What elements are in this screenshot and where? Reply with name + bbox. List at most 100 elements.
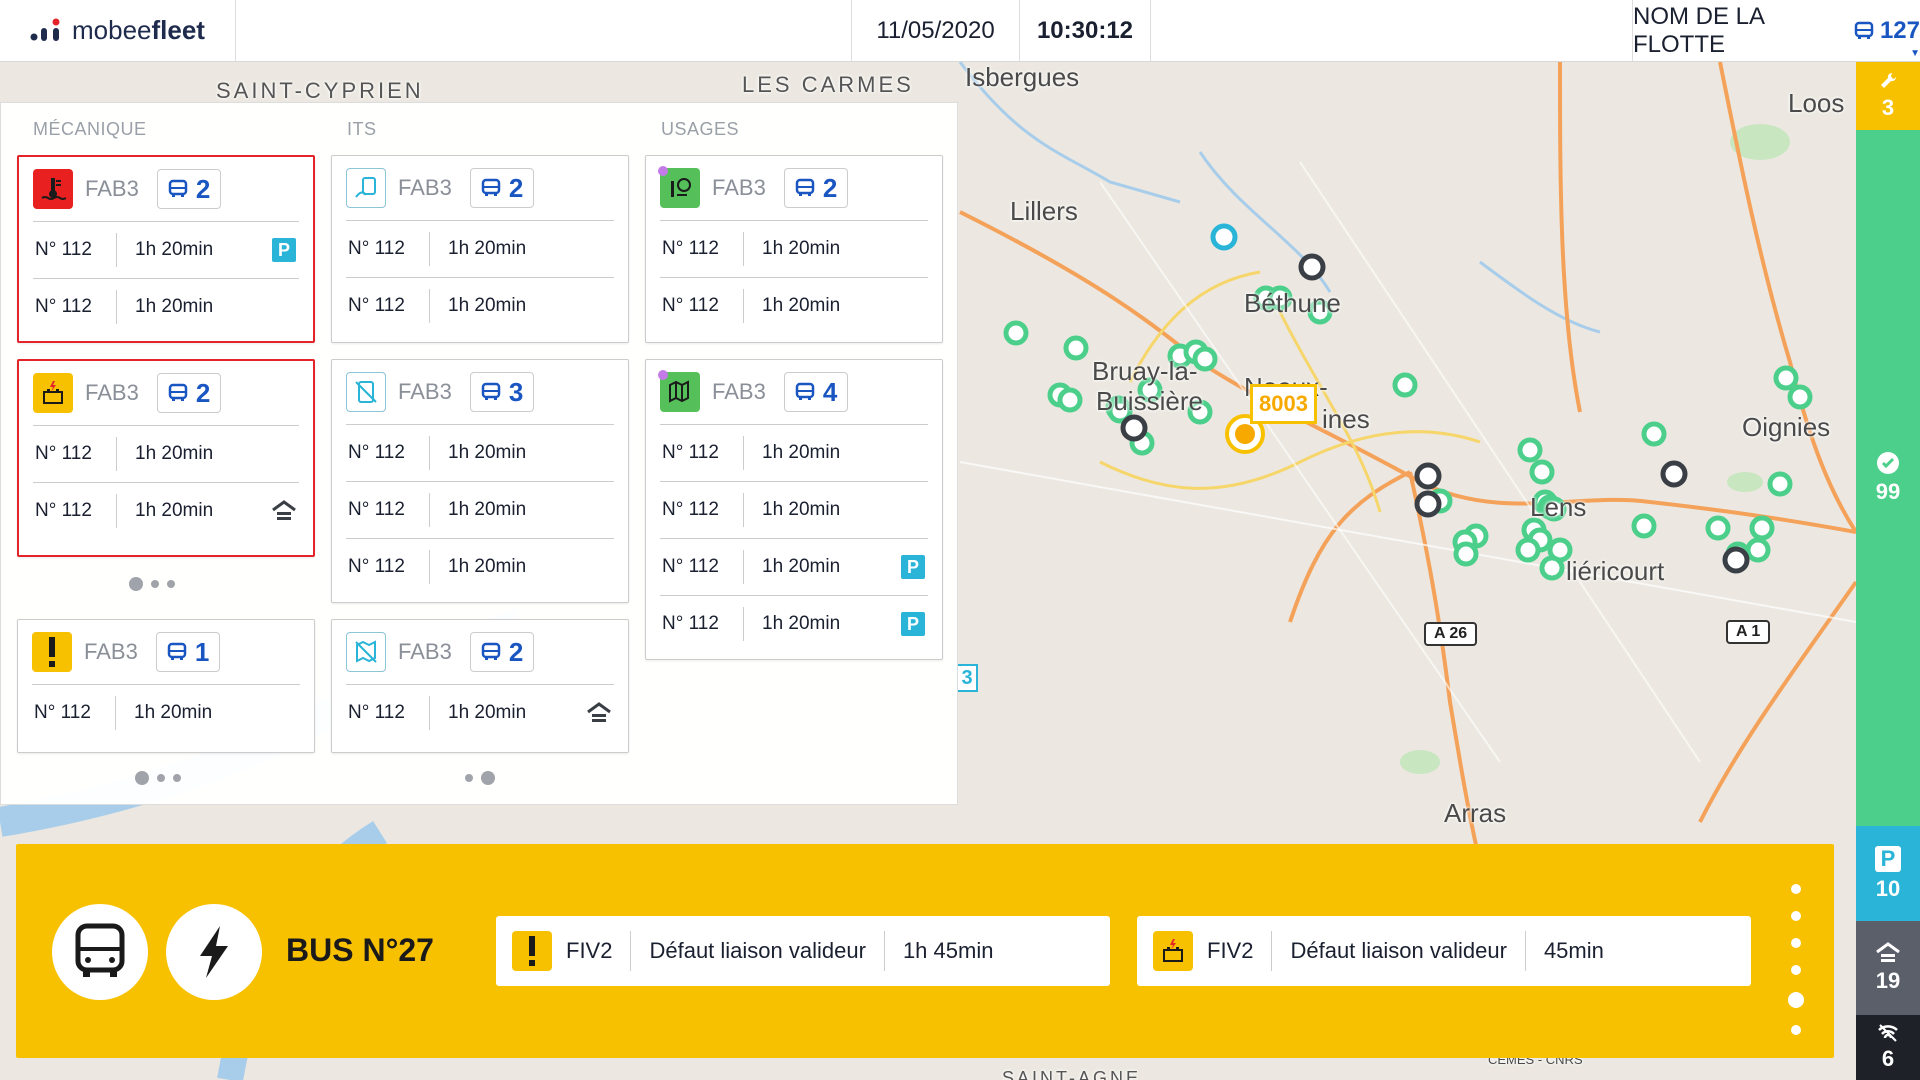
map-label: Arras — [1444, 798, 1507, 828]
alert-card[interactable]: FAB3 2 N° 112 1h 20min N° 112 1h 20min — [645, 155, 943, 343]
card-row[interactable]: N° 112 1h 20min — [346, 277, 614, 334]
bus-count-badge[interactable]: 2 — [156, 373, 222, 413]
bus-count-badge[interactable]: 1 — [155, 632, 221, 672]
map-label: Buissière — [1096, 386, 1203, 416]
card-row[interactable]: N° 112 1h 20min — [346, 481, 614, 538]
alert-card[interactable]: FAB3 2 N° 112 1h 20min N° 112 1h 20min — [331, 155, 629, 343]
card-code: FAB3 — [398, 639, 452, 664]
card-row[interactable]: N° 112 1h 20min — [33, 482, 299, 539]
bus-count-badge[interactable]: 2 — [156, 169, 222, 209]
column-header-its: ITS — [347, 119, 377, 139]
card-row[interactable]: N° 112 1h 20min P — [33, 221, 299, 278]
bus-count-badge[interactable]: 2 — [469, 632, 535, 672]
header-time: 10:30:12 — [1019, 0, 1151, 61]
map-label: Loos — [1788, 88, 1845, 118]
road-shield-a1: A 1 — [1726, 620, 1771, 644]
bus-icon — [168, 383, 188, 401]
sidebar-ok[interactable]: 99 — [1856, 130, 1920, 826]
pagination[interactable] — [465, 771, 495, 785]
sidebar-parking[interactable]: P 10 — [1856, 826, 1920, 921]
card-row[interactable]: N° 112 1h 20min — [32, 684, 300, 741]
card-row[interactable]: N° 112 1h 20min — [33, 278, 299, 335]
column-header-mecanique: MÉCANIQUE — [33, 119, 147, 139]
logo-icon — [30, 18, 60, 41]
card-row[interactable]: N° 112 1h 20min — [346, 684, 614, 741]
pagination[interactable] — [135, 771, 181, 785]
sidebar-depot[interactable]: 19 — [1856, 921, 1920, 1015]
map-label: Béthune — [1244, 288, 1341, 318]
map-partial-badge[interactable]: 3 — [956, 664, 978, 692]
wifi-off-icon — [1878, 1023, 1898, 1042]
bus-alert-item[interactable]: FIV2 Défaut liaison valideur 1h 45min — [496, 916, 1110, 986]
bus-icon — [168, 179, 188, 197]
map-label: SAINT-AGNE — [1002, 1068, 1142, 1080]
map-label: Lens — [1530, 492, 1587, 522]
bus-count-badge[interactable]: 2 — [783, 168, 849, 208]
alert-card[interactable]: FAB3 2 N° 112 1h 20min P N° 112 1h 20min — [17, 155, 315, 343]
bus-icon — [795, 382, 815, 400]
parking-icon: P — [1875, 845, 1901, 872]
bus-icon — [795, 178, 815, 196]
alert-card[interactable]: FAB3 3 N° 112 1h 20min N° 112 1h 20min N° … — [331, 359, 629, 603]
bus-detail-bar: BUS N°27 FIV2 Défaut liaison valideur 1h… — [16, 844, 1834, 1058]
bus-count-badge[interactable]: 4 — [783, 372, 849, 412]
warning-icon — [32, 632, 72, 672]
card-row[interactable]: N° 112 1h 20min P — [660, 595, 928, 652]
wrench-icon — [1881, 72, 1897, 88]
column-header-usages: USAGES — [661, 119, 740, 139]
parking-icon: P — [901, 555, 925, 579]
card-row[interactable]: N° 112 1h 20min — [660, 220, 928, 277]
bus-icon — [75, 923, 125, 977]
card-row[interactable]: N° 112 1h 20min P — [660, 538, 928, 595]
logo[interactable]: mobeefleet — [0, 0, 236, 61]
card-row[interactable]: N° 112 1h 20min — [660, 481, 928, 538]
lightning-icon — [200, 926, 228, 978]
pagination[interactable] — [129, 577, 175, 591]
bus-button[interactable] — [52, 904, 148, 1000]
vertical-pagination[interactable] — [1788, 884, 1804, 1035]
card-row[interactable]: N° 112 1h 20min — [346, 424, 614, 481]
sidebar-count: 3 — [1881, 95, 1895, 120]
card-row[interactable]: N° 112 1h 20min — [660, 424, 928, 481]
fleet-count[interactable]: 127 ▼ — [1854, 17, 1920, 59]
card-code: FAB3 — [398, 379, 452, 404]
depot-icon — [587, 702, 611, 722]
alert-code: FIV2 — [566, 931, 632, 971]
sidebar-count: 99 — [1875, 479, 1901, 504]
bus-count-badge[interactable]: 3 — [469, 372, 535, 412]
alert-card[interactable]: FAB3 1 N° 112 1h 20min — [17, 619, 315, 753]
map-marker-blue[interactable] — [1210, 223, 1238, 251]
header-date: 11/05/2020 — [851, 0, 1019, 61]
engine-temperature-icon — [33, 169, 73, 209]
card-row[interactable]: N° 112 1h 20min — [346, 538, 614, 595]
map-label: SAINT-CYPRIEN — [216, 78, 424, 103]
battery-icon — [33, 373, 73, 413]
bus-count-badge[interactable]: 2 — [469, 168, 535, 208]
alert-duration: 45min — [1543, 938, 1604, 963]
alert-card[interactable]: FAB3 2 N° 112 1h 20min N° 112 1h 20min — [17, 359, 315, 557]
card-row[interactable]: N° 112 1h 20min — [346, 220, 614, 277]
alert-duration: 1h 45min — [902, 938, 994, 963]
alert-text: Défaut liaison valideur — [631, 931, 885, 971]
card-code: FAB3 — [712, 175, 766, 200]
card-code: FAB3 — [398, 175, 452, 200]
bus-alert-item[interactable]: FIV2 Défaut liaison valideur 45min — [1137, 916, 1751, 986]
alerts-panel: MÉCANIQUE ITS USAGES FAB3 2 N° 112 1h 20m… — [0, 102, 958, 805]
power-button[interactable] — [166, 904, 262, 1000]
card-row[interactable]: N° 112 1h 20min — [660, 277, 928, 334]
route-deviation-icon — [658, 370, 700, 412]
logo-text: mobeefleet — [72, 15, 205, 45]
sidebar-offline[interactable]: 6 — [1856, 1015, 1920, 1080]
card-code: FAB3 — [85, 176, 139, 201]
map-label: LES CARMES — [742, 72, 914, 97]
map-label: Oignies — [1742, 412, 1831, 442]
alert-card[interactable]: FAB3 4 N° 112 1h 20min N° 112 1h 20min N° … — [645, 359, 943, 660]
fleet-selector[interactable]: NOM DE LA FLOTTE 127 ▼ — [1632, 0, 1920, 61]
alert-card[interactable]: FAB3 2 N° 112 1h 20min — [331, 619, 629, 753]
vehicle-tag[interactable]: 8003 — [1250, 384, 1317, 424]
warning-icon — [512, 931, 552, 971]
card-row[interactable]: N° 112 1h 20min — [33, 425, 299, 482]
sidebar-maintenance[interactable]: 3 — [1856, 62, 1920, 130]
parking-icon: P — [272, 238, 296, 262]
bus-icon — [481, 178, 501, 196]
